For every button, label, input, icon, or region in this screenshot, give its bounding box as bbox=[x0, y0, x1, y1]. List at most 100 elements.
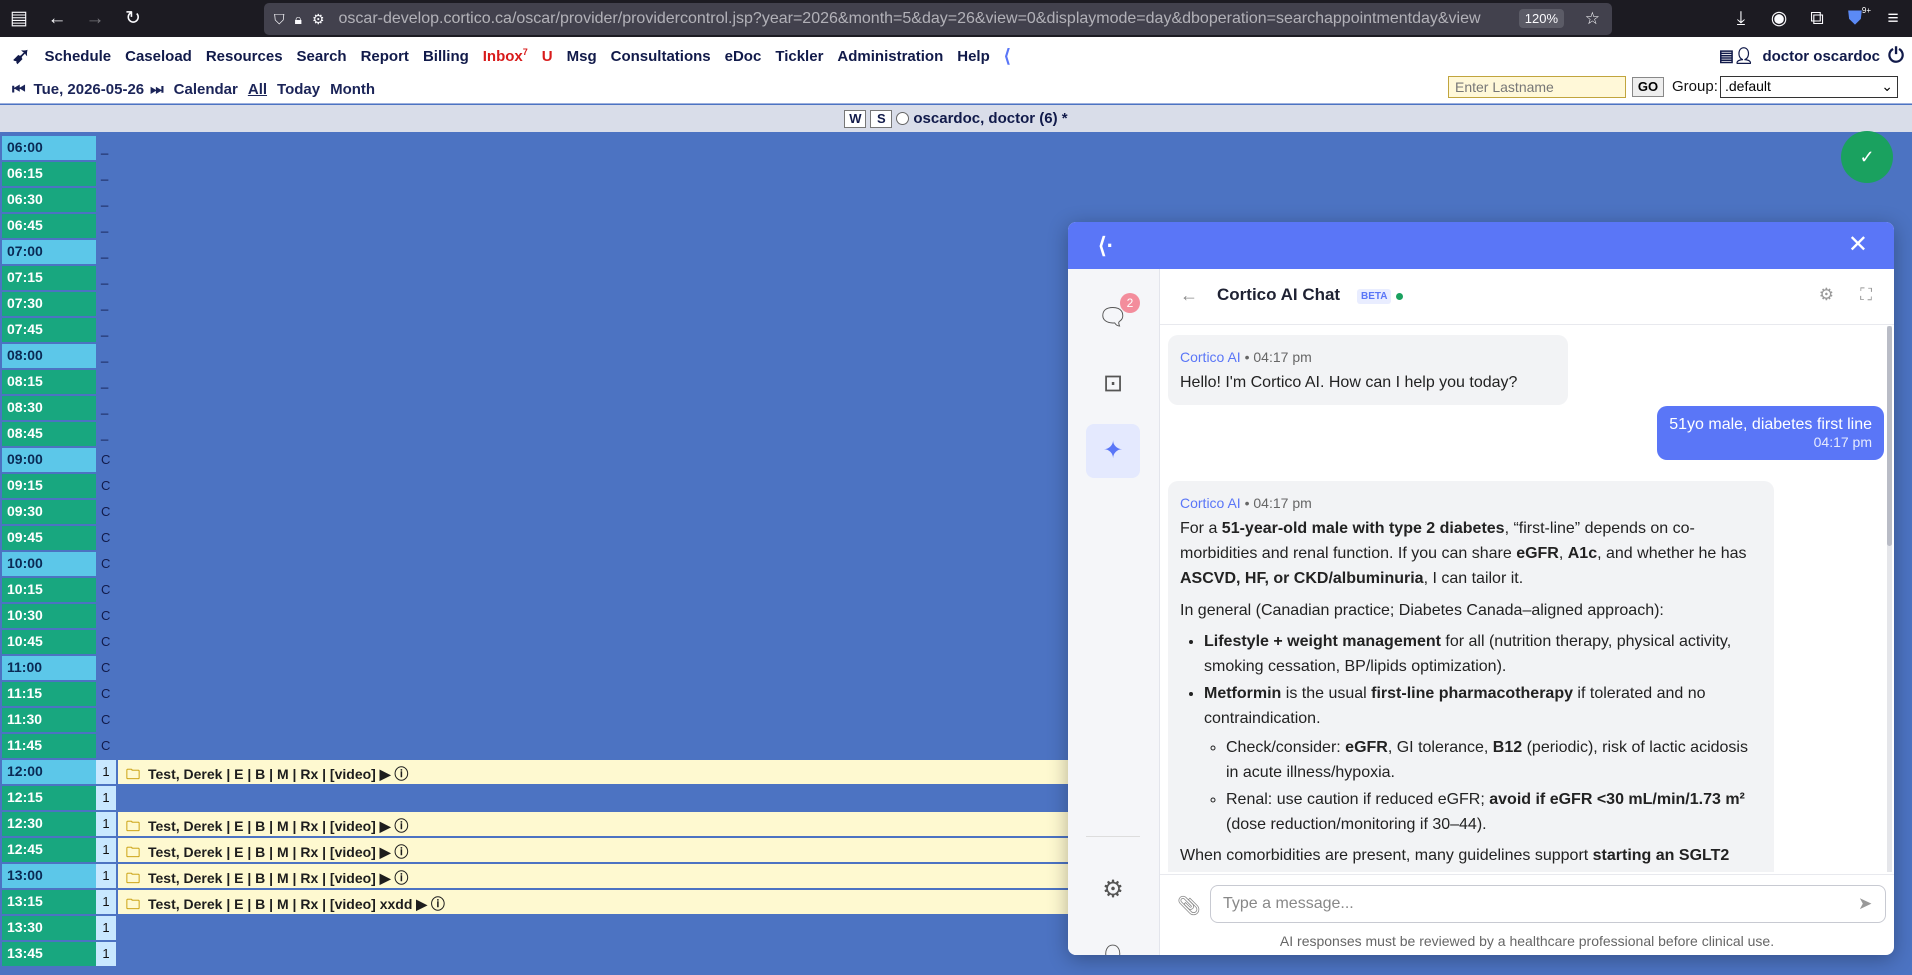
close-icon[interactable]: ✕ bbox=[1848, 230, 1868, 259]
chat-bubble-icon[interactable]: 🗨︎ 2 bbox=[1086, 291, 1140, 345]
oscar-logo-icon[interactable]: ➹ bbox=[12, 43, 30, 69]
zoom-level[interactable]: 120% bbox=[1518, 9, 1564, 28]
time-slot[interactable]: 12:45 bbox=[2, 838, 96, 862]
time-slot[interactable]: 06:15 bbox=[2, 162, 96, 186]
menu-icon[interactable]: ≡ bbox=[1874, 8, 1912, 30]
menu-search[interactable]: Search bbox=[297, 48, 347, 65]
paperclip-icon[interactable]: 📎︎ bbox=[1177, 894, 1201, 918]
extension-shield-icon[interactable]: ⛊ 9+ bbox=[1836, 6, 1874, 30]
time-slot[interactable]: 06:45 bbox=[2, 214, 96, 238]
folder-icon[interactable]: 🗀 bbox=[126, 844, 140, 860]
time-slot[interactable]: 13:30 bbox=[2, 916, 96, 940]
time-slot[interactable]: 08:30 bbox=[2, 396, 96, 420]
sparkle-icon[interactable]: ✦ bbox=[1086, 424, 1140, 478]
menu-billing[interactable]: Billing bbox=[423, 48, 469, 65]
time-slot[interactable]: 06:30 bbox=[2, 188, 96, 212]
next-day-icon[interactable]: ⏭ bbox=[150, 81, 164, 98]
time-slot[interactable]: 12:30 bbox=[2, 812, 96, 836]
appointment-text[interactable]: Test, Derek | E | B | M | Rx | [video] bbox=[148, 844, 376, 860]
appointment[interactable]: 🗀 Test, Derek | E | B | M | Rx | [video] … bbox=[118, 890, 1068, 914]
newspaper-icon[interactable]: ▤ bbox=[1719, 46, 1734, 66]
time-slot[interactable]: 09:00 bbox=[2, 448, 96, 472]
prev-day-icon[interactable]: ⏮ bbox=[12, 81, 26, 98]
go-button[interactable]: GO bbox=[1632, 77, 1664, 97]
link-calendar[interactable]: Calendar bbox=[174, 81, 238, 98]
user-name[interactable]: doctor oscardoc bbox=[1762, 48, 1880, 65]
time-slot[interactable]: 12:00 bbox=[2, 760, 96, 784]
menu-help[interactable]: Help bbox=[957, 48, 990, 65]
time-slot[interactable]: 09:15 bbox=[2, 474, 96, 498]
time-slot[interactable]: 07:15 bbox=[2, 266, 96, 290]
star-icon[interactable]: ☆ bbox=[1585, 9, 1600, 29]
link-month[interactable]: Month bbox=[330, 81, 375, 98]
menu-report[interactable]: Report bbox=[361, 48, 409, 65]
time-slot[interactable]: 13:45 bbox=[2, 942, 96, 966]
menu-edoc[interactable]: eDoc bbox=[725, 48, 762, 65]
menu-schedule[interactable]: Schedule bbox=[44, 48, 111, 65]
time-slot[interactable]: 08:15 bbox=[2, 370, 96, 394]
appointment-text[interactable]: Test, Derek | E | B | M | Rx | [video] bbox=[148, 818, 376, 834]
appointment[interactable]: 🗀 Test, Derek | E | B | M | Rx | [video] … bbox=[118, 864, 1068, 888]
menu-administration[interactable]: Administration bbox=[837, 48, 943, 65]
menu-tickler[interactable]: Tickler bbox=[775, 48, 823, 65]
logout-icon[interactable]: ⏻ bbox=[1888, 45, 1904, 68]
video-camera-icon[interactable]: ▶ ⓘ bbox=[376, 818, 409, 834]
check-icon[interactable]: ✓ bbox=[1841, 131, 1893, 183]
week-button[interactable]: W bbox=[844, 109, 867, 128]
folder-icon[interactable]: 🗀 bbox=[126, 896, 140, 912]
scrollbar-thumb[interactable] bbox=[1887, 326, 1892, 546]
forward-icon[interactable]: → bbox=[76, 8, 114, 30]
schedule-button[interactable]: S bbox=[870, 109, 893, 128]
lastname-input[interactable]: Enter Lastname bbox=[1448, 76, 1626, 98]
time-slot[interactable]: 11:15 bbox=[2, 682, 96, 706]
send-icon[interactable]: ➤ bbox=[1858, 894, 1872, 914]
time-slot[interactable]: 08:45 bbox=[2, 422, 96, 446]
appointment[interactable]: 🗀 Test, Derek | E | B | M | Rx | [video] … bbox=[118, 812, 1068, 836]
time-slot[interactable]: 07:45 bbox=[2, 318, 96, 342]
time-slot[interactable]: 08:00 bbox=[2, 344, 96, 368]
download-icon[interactable]: ⤓ bbox=[1722, 8, 1760, 30]
robot-icon[interactable]: ⊡ bbox=[1086, 357, 1140, 411]
menu-resources[interactable]: Resources bbox=[206, 48, 283, 65]
time-slot[interactable]: 12:15 bbox=[2, 786, 96, 810]
profile-icon[interactable]: 👤︎ bbox=[1086, 931, 1140, 955]
expand-icon[interactable]: ⛶ bbox=[1860, 285, 1872, 305]
video-camera-icon[interactable]: ▶ ⓘ bbox=[412, 896, 445, 912]
time-slot[interactable]: 11:00 bbox=[2, 656, 96, 680]
video-camera-icon[interactable]: ▶ ⓘ bbox=[376, 870, 409, 886]
time-slot[interactable]: 10:00 bbox=[2, 552, 96, 576]
time-slot[interactable]: 11:45 bbox=[2, 734, 96, 758]
link-all[interactable]: All bbox=[248, 81, 267, 98]
provider-radio[interactable] bbox=[896, 112, 910, 125]
menu-msg[interactable]: Msg bbox=[567, 48, 597, 65]
appointment[interactable]: 🗀 Test, Derek | E | B | M | Rx | [video] … bbox=[118, 838, 1068, 862]
appointment[interactable]: 🗀 Test, Derek | E | B | M | Rx | [video] … bbox=[118, 760, 1068, 784]
account-icon[interactable]: ◉ bbox=[1760, 7, 1798, 30]
time-slot[interactable]: 10:45 bbox=[2, 630, 96, 654]
time-slot[interactable]: 09:45 bbox=[2, 526, 96, 550]
group-select[interactable]: .default ⌄ bbox=[1720, 76, 1898, 98]
time-slot[interactable]: 07:00 bbox=[2, 240, 96, 264]
video-camera-icon[interactable]: ▶ ⓘ bbox=[376, 844, 409, 860]
provider-name[interactable]: oscardoc, doctor (6) * bbox=[913, 110, 1067, 127]
menu-inbox[interactable]: Inbox7 bbox=[483, 47, 528, 65]
time-slot[interactable]: 10:15 bbox=[2, 578, 96, 602]
time-slot[interactable]: 11:30 bbox=[2, 708, 96, 732]
menu-u[interactable]: U bbox=[542, 48, 553, 65]
back-icon[interactable]: ← bbox=[38, 8, 76, 30]
menu-caseload[interactable]: Caseload bbox=[125, 48, 192, 65]
reload-icon[interactable]: ↻ bbox=[114, 7, 152, 30]
settings-icon[interactable]: ⚙ bbox=[1086, 863, 1140, 917]
back-arrow-icon[interactable]: ← bbox=[1180, 285, 1198, 306]
appointment-text[interactable]: Test, Derek | E | B | M | Rx | [video] bbox=[148, 870, 376, 886]
time-slot[interactable]: 13:15 bbox=[2, 890, 96, 914]
message-scrollbar[interactable] bbox=[1887, 326, 1892, 872]
gear-icon[interactable]: ⚙ bbox=[1819, 285, 1834, 305]
time-slot[interactable]: 09:30 bbox=[2, 500, 96, 524]
appointment-text[interactable]: Test, Derek | E | B | M | Rx | [video] bbox=[148, 766, 376, 782]
link-today[interactable]: Today bbox=[277, 81, 320, 98]
folder-icon[interactable]: 🗀 bbox=[126, 818, 140, 834]
video-camera-icon[interactable]: ▶ ⓘ bbox=[376, 766, 409, 782]
menu-consultations[interactable]: Consultations bbox=[611, 48, 711, 65]
time-slot[interactable]: 07:30 bbox=[2, 292, 96, 316]
